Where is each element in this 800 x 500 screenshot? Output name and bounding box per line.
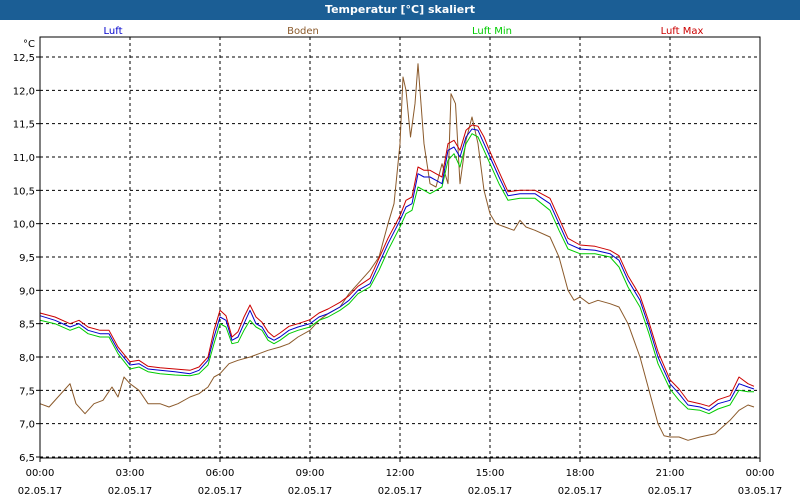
x-tick-time: 00:00 <box>746 468 775 479</box>
x-tick-date: 02.05.17 <box>18 486 63 497</box>
x-tick-time: 15:00 <box>476 468 505 479</box>
x-tick-date: 02.05.17 <box>108 486 153 497</box>
y-tick-label: 6,5 <box>19 453 35 464</box>
legend-entry: Luft Max <box>661 26 704 37</box>
y-tick-label: 12,5 <box>13 53 35 64</box>
y-tick-label: 9,5 <box>19 253 35 264</box>
x-tick-time: 21:00 <box>656 468 685 479</box>
x-tick-date: 02.05.17 <box>288 486 333 497</box>
legend-entry: Luft <box>104 26 123 37</box>
x-tick-date: 02.05.17 <box>648 486 693 497</box>
x-tick-date: 02.05.17 <box>198 486 243 497</box>
y-tick-label: 10,0 <box>13 220 35 231</box>
legend: Luft Boden Luft Min Luft Max <box>104 26 704 37</box>
x-tick-time: 09:00 <box>296 468 325 479</box>
x-tick-date: 02.05.17 <box>378 486 423 497</box>
y-tick-label: 8,0 <box>19 353 35 364</box>
x-tick-time: 00:00 <box>26 468 55 479</box>
x-tick-date: 02.05.17 <box>558 486 603 497</box>
chart-window: Temperatur [°C] skaliert 6,5 7,0 7,5 8,0 8,5… <box>0 0 800 500</box>
x-axis: 00:00 02.05.17 03:00 02.05.17 06:00 02.05.17 0… <box>18 458 783 497</box>
y-tick-label: 9,0 <box>19 286 35 297</box>
y-axis: 6,5 7,0 7,5 8,0 8,5 9,0 9,5 10,0 10,5 11,0 11,5 12,… <box>13 39 40 464</box>
x-tick-time: 12:00 <box>386 468 415 479</box>
legend-entry: Boden <box>287 26 319 37</box>
y-tick-label: 11,0 <box>13 153 35 164</box>
y-tick-label: 12,0 <box>13 86 35 97</box>
temperature-chart: 6,5 7,0 7,5 8,0 8,5 9,0 9,5 10,0 10,5 11,0 11,5 12,… <box>13 26 783 497</box>
y-tick-label: 11,5 <box>13 120 35 131</box>
window-title: Temperatur [°C] skaliert <box>0 0 800 20</box>
y-tick-label: 8,5 <box>19 320 35 331</box>
x-tick-time: 18:00 <box>566 468 595 479</box>
x-tick-time: 06:00 <box>206 468 235 479</box>
x-tick-date: 02.05.17 <box>468 486 513 497</box>
y-tick-label: 7,0 <box>19 420 35 431</box>
x-tick-date: 03.05.17 <box>738 486 783 497</box>
legend-entry: Luft Min <box>472 26 512 37</box>
x-tick-time: 03:00 <box>116 468 145 479</box>
y-tick-label: 7,5 <box>19 386 35 397</box>
y-axis-unit: °C <box>23 39 35 50</box>
y-tick-label: 10,5 <box>13 186 35 197</box>
